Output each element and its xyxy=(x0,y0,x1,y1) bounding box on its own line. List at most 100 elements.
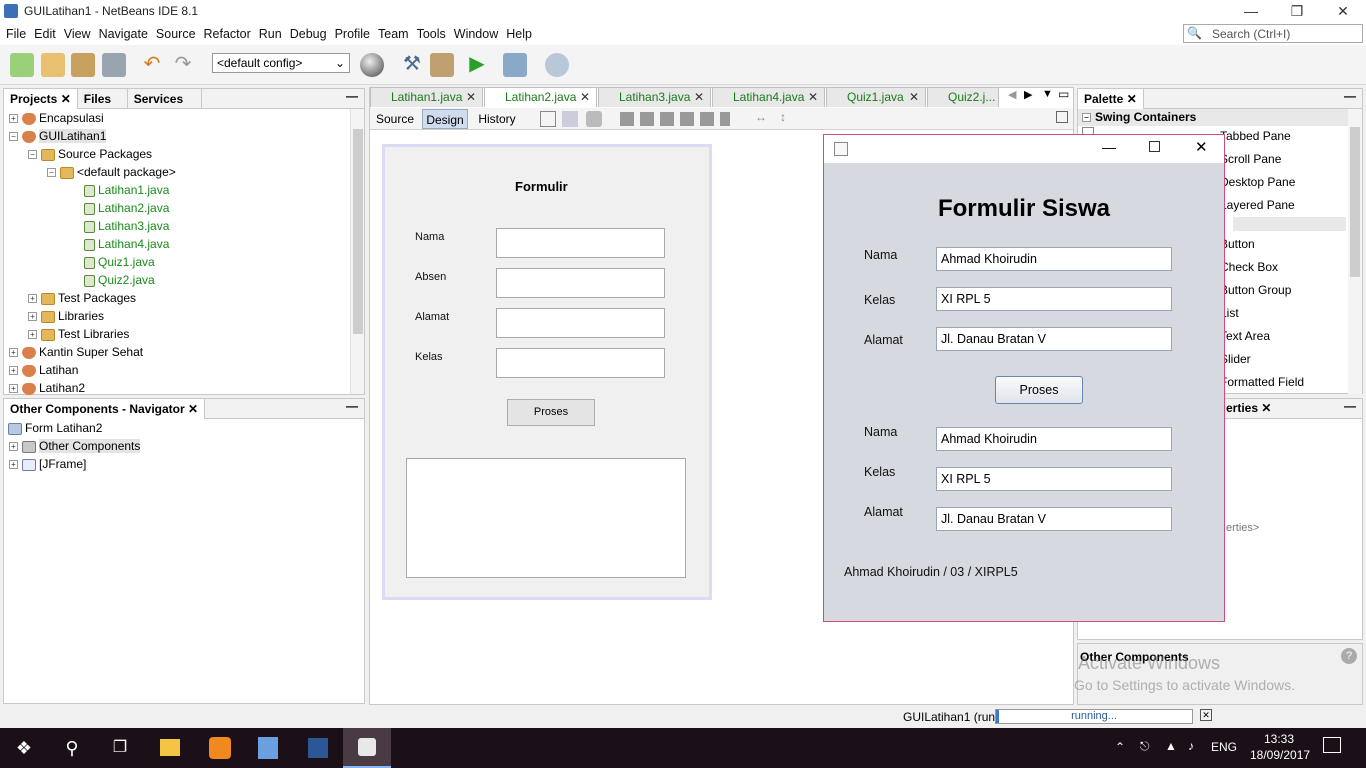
palette-item[interactable]: Layered Pane xyxy=(1220,196,1295,214)
tab-projects[interactable]: Projects ✕ xyxy=(4,89,78,109)
dialog-minimize-button[interactable]: — xyxy=(1102,139,1116,155)
menu-refactor[interactable]: Refactor xyxy=(200,23,255,41)
form-input-alamat[interactable] xyxy=(496,308,665,338)
menu-team[interactable]: Team xyxy=(374,23,413,41)
palette-scrollbar[interactable] xyxy=(1348,109,1362,394)
tab-scroll-left-icon[interactable]: ◀ xyxy=(1008,88,1016,101)
clean-build-icon[interactable] xyxy=(430,53,454,77)
tree-item[interactable]: + Kantin Super Sehat xyxy=(9,343,143,361)
start-windows-icon[interactable]: ❖ xyxy=(0,728,48,768)
tray-date[interactable]: 18/09/2017 xyxy=(1250,748,1310,762)
task-view-icon[interactable]: ❐ xyxy=(96,728,144,768)
palette-item[interactable]: Button Group xyxy=(1220,281,1291,299)
word-icon[interactable] xyxy=(294,728,342,768)
palette-item[interactable]: Check Box xyxy=(1220,258,1278,276)
search-icon[interactable]: ⚲ xyxy=(48,728,96,768)
tree-item[interactable]: + Libraries xyxy=(28,307,104,325)
align-tools-icon[interactable] xyxy=(620,112,730,126)
tree-item[interactable]: + Test Packages xyxy=(28,289,136,307)
design-form[interactable]: Formulir Nama Absen Alamat Kelas Proses xyxy=(382,144,712,600)
menu-profile[interactable]: Profile xyxy=(331,23,374,41)
new-project-icon[interactable] xyxy=(41,53,65,77)
form-input-kelas[interactable] xyxy=(496,348,665,378)
tree-item[interactable]: + Test Libraries xyxy=(28,325,129,343)
tray-network-icon[interactable]: ⎋ xyxy=(1140,739,1150,754)
tray-time[interactable]: 13:33 xyxy=(1264,732,1294,746)
tray-wifi-icon[interactable]: ▲ xyxy=(1165,739,1177,753)
tree-item[interactable]: Latihan3.java xyxy=(84,217,169,235)
minimize-panel-icon[interactable]: — xyxy=(346,89,358,103)
menu-edit[interactable]: Edit xyxy=(30,23,60,41)
menu-help[interactable]: Help xyxy=(502,23,536,41)
tree-item[interactable]: − GUILatihan1 xyxy=(9,127,107,145)
grid-icon[interactable] xyxy=(1056,111,1068,123)
subtab-source[interactable]: Source xyxy=(372,109,418,129)
close-button[interactable]: ✕ xyxy=(1320,0,1366,23)
form-output-area[interactable] xyxy=(406,458,686,578)
tree-item[interactable]: Quiz1.java xyxy=(84,253,155,271)
maximize-editor-icon[interactable]: ▭ xyxy=(1058,87,1069,101)
tree-item[interactable]: − Source Packages xyxy=(28,145,152,163)
selection-mode-icon[interactable] xyxy=(540,111,556,127)
tab-properties[interactable]: erties ✕ xyxy=(1226,401,1271,415)
dialog-output-nama[interactable]: Ahmad Khoirudin xyxy=(936,427,1172,451)
menu-navigate[interactable]: Navigate xyxy=(95,23,152,41)
tree-item[interactable]: + Latihan2 xyxy=(9,379,85,397)
dialog-output-alamat[interactable]: Jl. Danau Bratan V xyxy=(936,507,1172,531)
dialog-maximize-button[interactable] xyxy=(1149,141,1160,152)
dialog-output-kelas[interactable]: XI RPL 5 xyxy=(936,467,1172,491)
menu-file[interactable]: File xyxy=(2,23,30,41)
java-app-icon[interactable] xyxy=(343,728,391,768)
palette-section-header[interactable]: − Swing Containers xyxy=(1078,109,1348,126)
minimize-button[interactable]: — xyxy=(1228,0,1274,23)
minimize-panel-icon[interactable]: — xyxy=(1344,89,1356,103)
connection-mode-icon[interactable] xyxy=(562,111,578,127)
tree-item[interactable]: Latihan4.java xyxy=(84,235,169,253)
debug-icon[interactable] xyxy=(503,53,527,77)
tree-item[interactable]: + Other Components xyxy=(9,437,141,455)
palette-item[interactable]: Tabbed Pane xyxy=(1220,127,1291,145)
config-select[interactable]: <default config> ⌄ xyxy=(212,53,350,73)
palette-item[interactable]: Text Area xyxy=(1220,327,1270,345)
subtab-history[interactable]: History xyxy=(472,109,522,129)
dialog-input-alamat[interactable]: Jl. Danau Bratan V xyxy=(936,327,1172,351)
tree-item[interactable]: Latihan1.java xyxy=(84,181,169,199)
tab-palette[interactable]: Palette ✕ xyxy=(1078,89,1144,109)
dialog-proses-button[interactable]: Proses xyxy=(995,376,1083,404)
projects-scrollbar[interactable] xyxy=(350,109,364,394)
dialog-input-kelas[interactable]: XI RPL 5 xyxy=(936,287,1172,311)
tray-language[interactable]: ENG xyxy=(1211,740,1237,754)
new-file-icon[interactable] xyxy=(10,53,34,77)
form-input-nama[interactable] xyxy=(496,228,665,258)
redo-icon[interactable]: ↷ xyxy=(171,53,195,77)
dialog-close-button[interactable]: ✕ xyxy=(1195,138,1208,156)
undo-icon[interactable]: ↶ xyxy=(140,53,164,77)
tab-latihan1[interactable]: Latihan1.java ✕ xyxy=(370,87,483,107)
form-proses-button[interactable]: Proses xyxy=(507,399,595,426)
tree-item[interactable]: − <default package> xyxy=(47,163,176,181)
save-all-icon[interactable] xyxy=(102,53,126,77)
tree-item[interactable]: + Latihan xyxy=(9,361,78,379)
tab-latihan2[interactable]: Latihan2.java ✕ xyxy=(484,87,597,107)
menu-tools[interactable]: Tools xyxy=(413,23,450,41)
palette-item[interactable]: Desktop Pane xyxy=(1220,173,1295,191)
action-center-icon[interactable] xyxy=(1323,737,1341,753)
preview-design-icon[interactable] xyxy=(586,111,602,127)
tab-latihan3[interactable]: Latihan3.java ✕ xyxy=(598,87,711,107)
menu-run[interactable]: Run xyxy=(255,23,286,41)
tab-quiz1[interactable]: Quiz1.java ✕ xyxy=(826,87,926,107)
tab-services[interactable]: Services xyxy=(128,89,202,109)
menu-view[interactable]: View xyxy=(60,23,95,41)
tree-item[interactable]: + [JFrame] xyxy=(9,455,86,473)
resize-horizontal-icon[interactable]: ↔ xyxy=(755,110,767,124)
tree-item[interactable]: Form Latihan2 xyxy=(8,419,102,437)
tab-navigator[interactable]: Other Components - Navigator ✕ xyxy=(4,399,206,419)
search-box[interactable]: 🔍 Search (Ctrl+I) xyxy=(1183,24,1363,43)
open-project-icon[interactable] xyxy=(71,53,95,77)
tree-item[interactable]: Latihan2.java xyxy=(84,199,169,217)
profile-icon[interactable] xyxy=(545,53,569,77)
virtualbox-icon[interactable] xyxy=(244,728,292,768)
tree-item[interactable]: + Encapsulasi xyxy=(9,109,104,127)
tray-volume-icon[interactable]: ♪ xyxy=(1188,739,1194,753)
tab-latihan4[interactable]: Latihan4.java ✕ xyxy=(712,87,825,107)
